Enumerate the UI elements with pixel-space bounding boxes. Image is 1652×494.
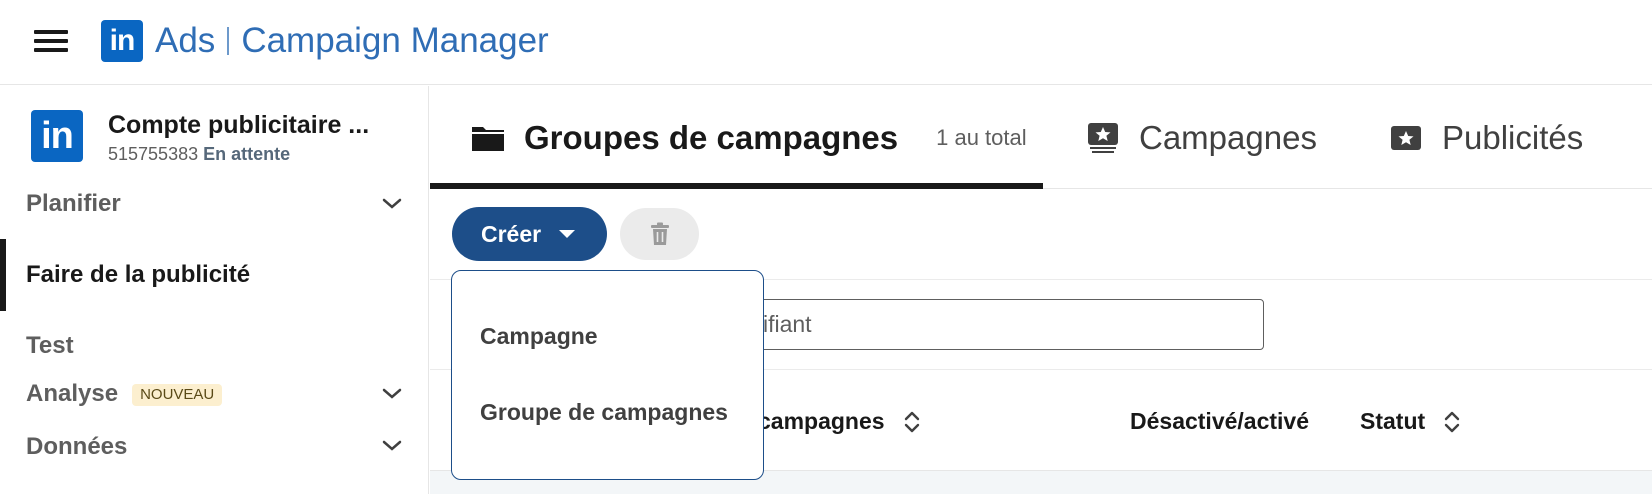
column-header-campagnes[interactable]: campagnes — [758, 408, 921, 435]
caret-down-icon — [559, 230, 576, 238]
sidebar-item-test[interactable]: Test — [0, 314, 428, 374]
account-switcher[interactable]: in Compte publicitaire ... 515755383 En … — [31, 110, 369, 166]
sidebar-item-faire-publicite[interactable]: Faire de la publicité — [0, 239, 428, 311]
chevron-down-icon — [382, 440, 402, 451]
active-tab-underline — [430, 183, 1043, 189]
sidebar-item-analyse[interactable]: Analyse NOUVEAU — [0, 376, 428, 410]
tab-bar: Groupes de campagnes 1 au total Campagne… — [430, 86, 1652, 189]
ad-star-icon — [1391, 125, 1421, 150]
column-header-label: Statut — [1360, 408, 1426, 434]
column-header-toggle: Désactivé/activé — [1130, 408, 1309, 435]
sidebar-item-label: Test — [26, 332, 74, 359]
campaign-star-stack-icon — [1088, 122, 1118, 153]
sort-icon — [1444, 411, 1460, 432]
sidebar-item-label: Planifier — [26, 190, 121, 217]
brand-app-name: Campaign Manager — [241, 21, 549, 60]
brand-product: Ads — [155, 21, 216, 60]
linkedin-logo: in — [101, 20, 143, 62]
tab-count: 1 au total — [936, 124, 1027, 150]
chevron-down-icon — [382, 198, 402, 209]
tab-groupes-de-campagnes[interactable]: Groupes de campagnes 1 au total — [470, 86, 1027, 189]
search-input[interactable]: entifiant — [720, 299, 1264, 350]
delete-button[interactable] — [620, 208, 699, 260]
column-header-label: campagnes — [758, 408, 885, 434]
sort-icon — [904, 411, 919, 432]
column-header-statut[interactable]: Statut — [1360, 408, 1461, 435]
sidebar-item-label: Faire de la publicité — [26, 261, 251, 288]
sidebar: in Compte publicitaire ... 515755383 En … — [0, 86, 429, 494]
folder-icon — [472, 126, 504, 151]
top-header: in Ads Campaign Manager — [0, 0, 1652, 85]
menu-item-groupe-de-campagnes[interactable]: Groupe de campagnes — [480, 399, 728, 426]
create-button-label: Créer — [481, 220, 542, 247]
trash-icon — [650, 222, 669, 245]
menu-item-campagne[interactable]: Campagne — [480, 323, 598, 350]
create-button[interactable]: Créer — [452, 207, 607, 261]
sidebar-item-label: Données — [26, 433, 128, 460]
tab-campagnes[interactable]: Campagnes — [1085, 86, 1317, 189]
account-meta: 515755383 En attente — [108, 142, 369, 166]
sidebar-item-label-wrap: Analyse NOUVEAU — [26, 380, 223, 408]
tab-publicites[interactable]: Publicités — [1388, 86, 1583, 189]
account-logo: in — [31, 110, 83, 162]
account-id: 515755383 — [108, 144, 199, 164]
brand-logo[interactable]: in Ads Campaign Manager — [101, 20, 549, 62]
tab-label: Groupes de campagnes — [524, 118, 899, 156]
active-indicator — [0, 239, 6, 311]
account-status: En attente — [203, 144, 291, 164]
column-header-label: Désactivé/activé — [1130, 408, 1310, 434]
account-name: Compte publicitaire ... — [108, 111, 370, 139]
sidebar-item-donnees[interactable]: Données — [0, 429, 428, 463]
new-badge: NOUVEAU — [132, 383, 223, 406]
create-menu: Campagne Groupe de campagnes — [451, 270, 764, 480]
chevron-down-icon — [382, 388, 402, 399]
sidebar-item-planifier[interactable]: Planifier — [0, 184, 428, 220]
brand-divider — [227, 27, 230, 55]
sidebar-item-label: Analyse — [26, 380, 119, 407]
tab-label: Campagnes — [1139, 118, 1317, 156]
tab-label: Publicités — [1442, 118, 1584, 156]
menu-icon[interactable] — [34, 28, 68, 52]
